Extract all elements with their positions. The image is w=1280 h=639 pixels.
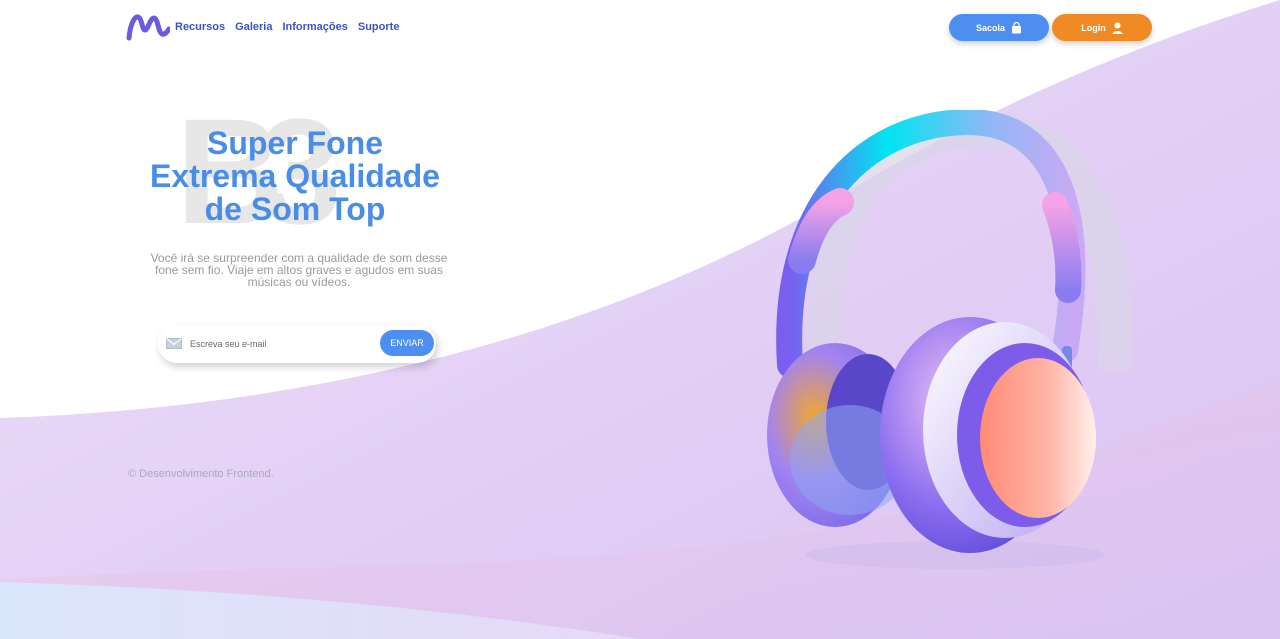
newsletter-form: ENVIAR — [158, 325, 436, 363]
hero-description: Você irá se surpreender com a qualidade … — [150, 251, 448, 289]
login-button[interactable]: Login — [1052, 14, 1152, 41]
hero-title: Super Fone Extrema Qualidade de Som Top — [140, 127, 450, 226]
login-button-label: Login — [1081, 22, 1106, 33]
bag-button-label: Sacola — [975, 22, 1006, 33]
user-icon — [1112, 22, 1123, 34]
nav-link-recursos[interactable]: Recursos — [175, 20, 225, 34]
email-input[interactable] — [190, 336, 370, 352]
envelope-icon — [166, 338, 182, 349]
main-nav: Recursos Galeria Informações Suporte — [175, 20, 399, 34]
hero-title-line-2: Extrema Qualidade — [150, 158, 440, 194]
nav-link-galeria[interactable]: Galeria — [235, 20, 272, 34]
hero-title-line-1: Super Fone — [206, 125, 383, 161]
headphones-image — [767, 110, 1133, 569]
bag-button[interactable]: Sacola — [949, 14, 1049, 41]
send-button[interactable]: ENVIAR — [380, 330, 434, 356]
hero-title-line-3: de Som Top — [204, 191, 386, 227]
footer-text: © Desenvolvimento Frontend. — [128, 468, 274, 480]
shopping-bag-icon — [1012, 21, 1022, 33]
nav-link-informacoes[interactable]: Informações — [282, 20, 347, 34]
nav-link-suporte[interactable]: Suporte — [358, 20, 400, 34]
logo-icon[interactable] — [126, 12, 170, 42]
